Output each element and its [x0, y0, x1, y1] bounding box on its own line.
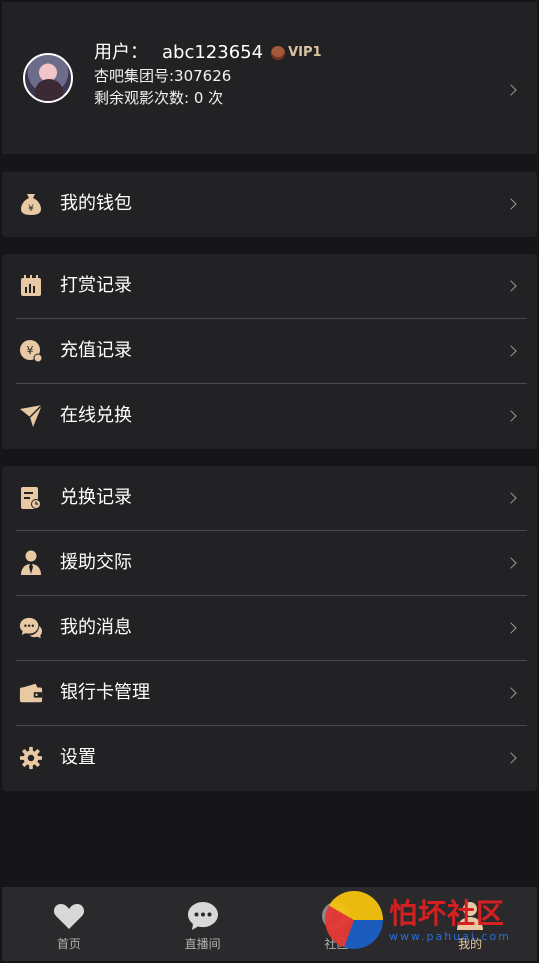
- menu-item-label: 银行卡管理: [60, 682, 150, 703]
- reward-record-icon: [19, 274, 43, 298]
- menu-item-assistance[interactable]: 援助交际: [2, 531, 537, 596]
- menu-item-wallet[interactable]: ¥ 我的钱包: [2, 172, 537, 237]
- menu-item-label: 设置: [60, 747, 96, 768]
- menu-group-records: 打赏记录 ¥ 充值记录 在线兑换: [2, 254, 537, 449]
- group-number: 杏吧集团号:307626: [94, 67, 232, 85]
- watermark-text: 怕坏社区 www.pahuai.com: [389, 896, 511, 943]
- tab-label: 首页: [56, 937, 81, 951]
- menu-item-exchange-record[interactable]: 兑换记录: [2, 466, 537, 531]
- menu-item-label: 兑换记录: [60, 487, 132, 508]
- tab-label: 直播间: [184, 937, 221, 951]
- chevron-right-icon: [505, 492, 517, 504]
- menu-item-label: 在线兑换: [60, 405, 132, 426]
- username: abc123654: [162, 42, 264, 63]
- user-label: 用户：: [94, 42, 148, 63]
- menu-item-messages[interactable]: 我的消息: [2, 596, 537, 661]
- menu-group-wallet: ¥ 我的钱包: [2, 172, 537, 237]
- chevron-right-icon: [505, 345, 517, 357]
- profile-card[interactable]: 用户： abc123654 VIP1 杏吧集团号:307626 剩余观影次数: …: [2, 2, 537, 154]
- watermark-url: www.pahuai.com: [389, 929, 511, 943]
- chevron-right-icon: [505, 622, 517, 634]
- chevron-right-icon: [505, 557, 517, 569]
- chevron-right-icon: [505, 280, 517, 292]
- menu-item-reward-record[interactable]: 打赏记录: [2, 254, 537, 319]
- menu-group-more: 兑换记录 援助交际 我的消息 银行卡管理 设置: [2, 466, 537, 791]
- menu-item-online-exchange[interactable]: 在线兑换: [2, 384, 537, 449]
- exchange-record-icon: [19, 486, 43, 510]
- svg-text:¥: ¥: [28, 204, 34, 214]
- tab-live[interactable]: 直播间: [136, 887, 270, 961]
- watermark-main-text: 怕坏社区: [389, 896, 506, 930]
- username-line: 用户： abc123654 VIP1: [94, 41, 322, 65]
- person-tie-icon: [19, 550, 43, 575]
- chevron-right-icon: [505, 198, 517, 210]
- vip-badge: VIP1: [271, 41, 322, 65]
- recharge-icon: ¥: [19, 339, 43, 363]
- menu-item-settings[interactable]: 设置: [2, 726, 537, 791]
- menu-item-recharge-record[interactable]: ¥ 充值记录: [2, 319, 537, 384]
- avatar[interactable]: [23, 53, 73, 103]
- wallet-icon: [19, 681, 43, 705]
- chevron-right-icon: [505, 84, 517, 96]
- menu-item-bank-card[interactable]: 银行卡管理: [2, 661, 537, 726]
- paper-plane-icon: [19, 404, 43, 428]
- watermark-logo-icon: [325, 891, 383, 949]
- chevron-right-icon: [505, 752, 517, 764]
- chat-bubbles-icon: [19, 616, 43, 640]
- money-bag-icon: ¥: [19, 192, 43, 216]
- menu-item-label: 我的钱包: [60, 193, 132, 214]
- svg-text:¥: ¥: [27, 344, 34, 357]
- menu-item-label: 援助交际: [60, 552, 132, 573]
- chat-icon: [187, 901, 219, 931]
- tab-home[interactable]: 首页: [2, 887, 136, 961]
- gear-icon: [19, 746, 43, 770]
- heart-icon: [53, 901, 85, 931]
- menu-item-label: 我的消息: [60, 617, 132, 638]
- menu-item-label: 打赏记录: [60, 275, 132, 296]
- chevron-right-icon: [505, 687, 517, 699]
- vip-badge-label: VIP1: [288, 45, 322, 60]
- remaining-views: 剩余观影次数: 0 次: [94, 89, 224, 107]
- menu-item-label: 充值记录: [60, 340, 132, 361]
- profile-info: 用户： abc123654 VIP1 杏吧集团号:307626 剩余观影次数: …: [94, 41, 322, 109]
- chevron-right-icon: [505, 410, 517, 422]
- vip-gem-icon: [271, 46, 286, 60]
- watermark: 怕坏社区 www.pahuai.com: [325, 887, 525, 953]
